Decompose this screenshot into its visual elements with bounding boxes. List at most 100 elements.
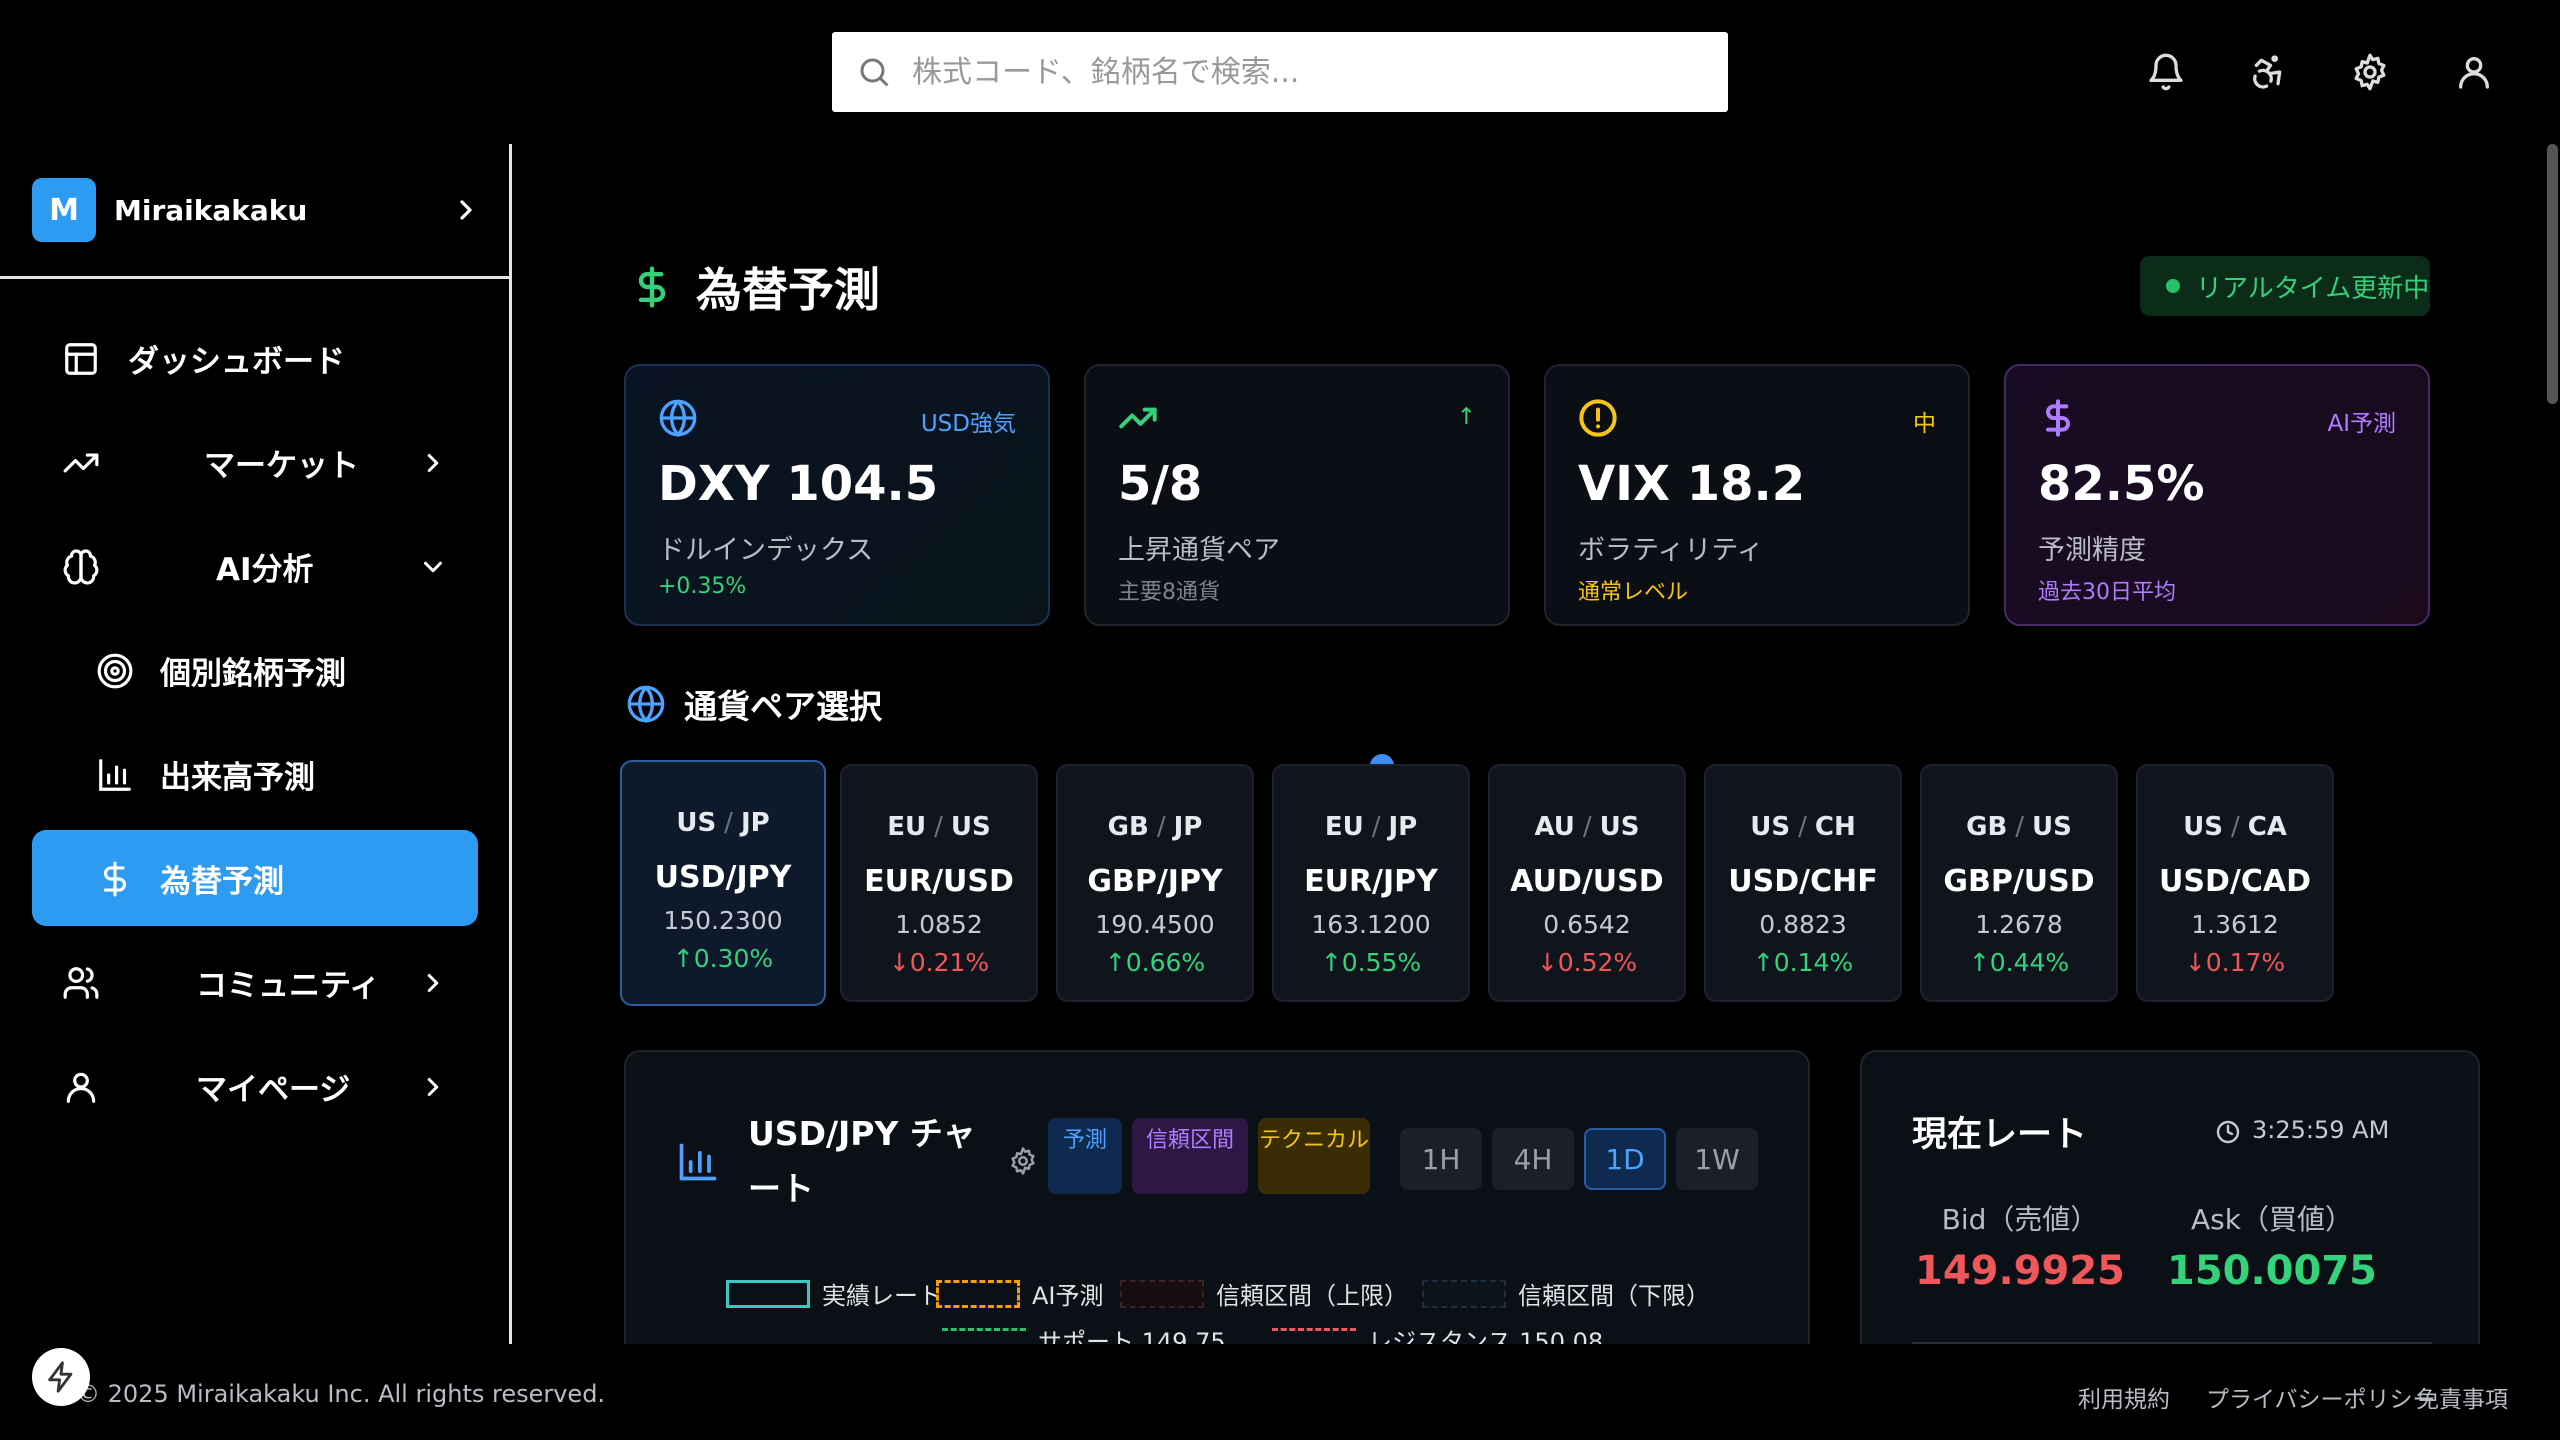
pair-card-usdcad[interactable]: US / CA USD/CAD 1.3612 ↓0.17% (2136, 764, 2334, 1002)
legend-lower-bound: 信頼区間（下限） (1422, 1276, 1710, 1311)
legend-swatch (936, 1279, 1020, 1308)
stat-card-ai-accuracy: AI予測 82.5% 予測精度 過去30日平均 (2004, 364, 2430, 626)
sidebar-item-mypage[interactable]: マイページ (32, 1038, 478, 1134)
chevron-right-icon (427, 974, 439, 992)
legend-label: レジスタンス 150.08 (1368, 1328, 1604, 1344)
pair-codes: GB / US (1966, 812, 2072, 842)
dollar-icon (2046, 399, 2070, 437)
clock-icon (2216, 1120, 2240, 1144)
users-icon (63, 967, 99, 999)
org-switcher[interactable]: M Miraikakaku (32, 178, 492, 242)
chevron-down-icon (424, 561, 442, 573)
chevron-right-icon (460, 200, 472, 220)
legend-label: 信頼区間（下限） (1518, 1282, 1710, 1310)
alert-circle-icon (1579, 399, 1617, 437)
pair-card-gbpusd[interactable]: GB / US GBP/USD 1.2678 ↑0.44% (1920, 764, 2118, 1002)
scrollbar-thumb[interactable] (2547, 144, 2558, 404)
legend-label: AI予測 (1032, 1282, 1104, 1310)
user-icon (2459, 56, 2489, 89)
pair-rate: 0.8823 (1759, 910, 1847, 939)
brain-icon (63, 549, 99, 585)
search-bar[interactable] (832, 32, 1728, 112)
stat-card-rising-pairs: ↑ 5/8 上昇通貨ペア 主要8通貨 (1084, 364, 1510, 626)
layout-icon (65, 343, 97, 375)
sidebar-item-label: マイページ (196, 1071, 351, 1108)
gear-icon[interactable] (1008, 1146, 1038, 1176)
legend-label: 実績レート (822, 1282, 942, 1310)
sidebar-item-ai-analysis[interactable]: AI分析 (32, 518, 478, 614)
copyright-text: © 2025 Miraikakaku Inc. All rights reser… (76, 1380, 606, 1408)
sidebar-item-label: 為替予測 (160, 863, 284, 900)
legend-upper-bound: 信頼区間（上限） (1120, 1276, 1408, 1311)
bolt-icon (48, 1361, 73, 1393)
current-rate-time: 3:25:59 AM (2252, 1116, 2390, 1144)
pair-name: USD/JPY (654, 860, 792, 895)
user-icon (66, 1072, 96, 1103)
toggle-technical[interactable]: テクニカル (1258, 1118, 1370, 1194)
legend-resistance: レジスタンス 150.08 (1272, 1322, 1603, 1344)
live-badge-text: リアルタイム更新中 (2196, 273, 2430, 304)
bell-icon (2149, 53, 2183, 91)
accessibility-button[interactable] (2244, 48, 2292, 96)
bar-chart-icon (679, 1143, 717, 1181)
legend-swatch (1422, 1279, 1506, 1308)
timeframe-1h[interactable]: 1H (1400, 1128, 1482, 1190)
timeframe-1w[interactable]: 1W (1676, 1128, 1758, 1190)
stat-label: ドルインデックス (658, 535, 874, 566)
pair-rate: 1.3612 (2191, 910, 2279, 939)
timeframe-4h[interactable]: 4H (1492, 1128, 1574, 1190)
stat-tag: USD強気 (920, 411, 1016, 437)
sidebar-subitem-stock-prediction[interactable]: 個別銘柄予測 (32, 622, 478, 718)
sidebar-subitem-volume-prediction[interactable]: 出来高予測 (32, 726, 478, 822)
globe-icon (627, 685, 665, 724)
stat-tag: 中 (1913, 411, 1936, 437)
sidebar-subitem-fx-prediction[interactable]: 為替予測 (32, 830, 478, 926)
pair-card-usdjpy[interactable]: US / JP USD/JPY 150.2300 ↑0.30% (620, 760, 826, 1006)
stat-value: 82.5% (2038, 456, 2205, 512)
sidebar-item-label: 個別銘柄予測 (160, 655, 346, 692)
quick-action-button[interactable] (32, 1348, 90, 1406)
top-bar (0, 0, 2560, 144)
settings-button[interactable] (2346, 48, 2394, 96)
footer-link-disclaimer[interactable]: 免責事項 (2416, 1380, 2508, 1414)
notifications-button[interactable] (2142, 48, 2190, 96)
sidebar-item-community[interactable]: コミュニティ (32, 934, 478, 1030)
pair-rate: 163.1200 (1311, 910, 1431, 939)
stat-sub: 主要8通貨 (1118, 580, 1220, 605)
footer-link-terms[interactable]: 利用規約 (2078, 1380, 2170, 1414)
timeframe-1d[interactable]: 1D (1584, 1128, 1666, 1190)
pair-card-audusd[interactable]: AU / US AUD/USD 0.6542 ↓0.52% (1488, 764, 1686, 1002)
toggle-confidence-interval[interactable]: 信頼区間 (1132, 1118, 1248, 1194)
stat-sub: 通常レベル (1578, 580, 1689, 605)
pair-section-title-text: 通貨ペア選択 (684, 687, 882, 726)
sidebar-item-market[interactable]: マーケット (32, 414, 478, 510)
pair-codes: AU / US (1534, 812, 1640, 842)
main-scrollbar[interactable] (2545, 144, 2560, 1344)
pair-codes: US / CA (2183, 812, 2287, 842)
pair-change: ↑0.55% (1320, 948, 1422, 977)
stat-sub: +0.35% (658, 574, 747, 599)
profile-button[interactable] (2450, 48, 2498, 96)
search-input[interactable] (912, 32, 1712, 112)
stat-tag: ↑ (1456, 404, 1476, 430)
pair-card-usdchf[interactable]: US / CH USD/CHF 0.8823 ↑0.14% (1704, 764, 1902, 1002)
sidebar-item-dashboard[interactable]: ダッシュボード (32, 310, 478, 406)
pair-card-gbpjpy[interactable]: GB / JP GBP/JPY 190.4500 ↑0.66% (1056, 764, 1254, 1002)
accessibility-icon (2253, 55, 2282, 89)
stat-label: ボラティリティ (1578, 535, 1764, 566)
gear-icon (2354, 53, 2386, 91)
pair-codes: US / CH (1750, 812, 1856, 842)
footer-link-privacy[interactable]: プライバシーポリシー (2206, 1380, 2436, 1414)
pair-card-eurjpy[interactable]: EU / JP EUR/JPY 163.1200 ↑0.55% (1272, 764, 1470, 1002)
pair-card-eurusd[interactable]: EU / US EUR/USD 1.0852 ↓0.21% (840, 764, 1038, 1002)
chart-title: USD/JPY チャート (748, 1114, 976, 1208)
toggle-prediction[interactable]: 予測 (1048, 1118, 1122, 1194)
trending-up-icon (1119, 407, 1157, 429)
stat-value: DXY 104.5 (658, 456, 939, 512)
sidebar-item-label: 出来高予測 (160, 759, 315, 796)
ask-value: 150.0075 (2166, 1248, 2378, 1294)
sidebar-item-label: ダッシュボード (128, 343, 345, 380)
pair-codes: US / JP (676, 808, 770, 838)
pair-change: ↑0.44% (1968, 948, 2070, 977)
pair-section-title: 通貨ペア選択 (626, 680, 882, 728)
